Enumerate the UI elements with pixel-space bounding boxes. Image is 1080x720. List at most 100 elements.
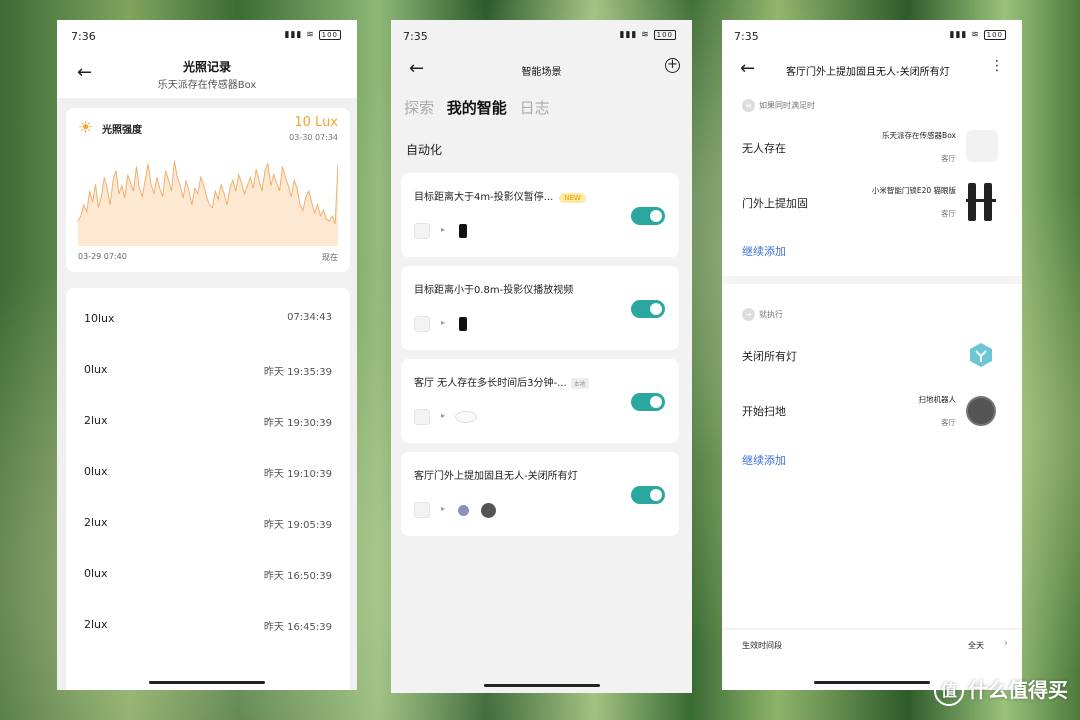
page-title: 智能场景 — [521, 67, 562, 78]
projector-icon — [459, 317, 467, 331]
projector-icon — [459, 224, 467, 238]
list-item: 10lux 07:34:43 — [84, 312, 332, 332]
condition-room: 客厅 — [941, 209, 956, 218]
condition-icon: ≡ — [742, 99, 755, 112]
page-title: 光照记录 — [182, 60, 231, 74]
watermark: 值什么值得买 — [934, 674, 1068, 706]
scene-card[interactable]: 目标距离大于4m-投影仪暂停... NEW ▸ — [401, 173, 679, 257]
if-header-text: 如果同时满足时 — [759, 101, 815, 110]
light-hub-icon — [970, 343, 992, 367]
effective-label: 生效时间段 — [742, 641, 782, 650]
then-header-text: 就执行 — [759, 310, 783, 319]
record-time: 昨天 19:30:39 — [263, 418, 332, 429]
light-record-screen: 7:36 ▮▮▮ ≋ 100 ← 光照记录 乐天派存在传感器Box ☀ 光照强度… — [57, 20, 357, 690]
robot-vacuum-icon — [481, 503, 496, 518]
light-intensity-card: ☀ 光照强度 10 Lux 03-30 07:34 03-29 07:40 现在 — [66, 108, 350, 272]
page-subtitle: 乐天派存在传感器Box — [157, 80, 257, 91]
battery-icon: 100 — [983, 30, 1006, 40]
effective-period-row[interactable]: 生效时间段 全天 › — [742, 638, 1008, 651]
back-arrow-icon[interactable]: ← — [740, 58, 755, 79]
record-time: 昨天 19:05:39 — [263, 520, 332, 531]
list-item: 0lux 昨天 16:50:39 — [84, 567, 332, 587]
scene-card[interactable]: 目标距离小于0.8m-投影仪播放视频 ▸ — [401, 266, 679, 350]
divider — [722, 276, 1022, 284]
card-label: 光照强度 — [102, 125, 142, 136]
home-indicator[interactable] — [483, 684, 600, 687]
record-value: 2lux — [84, 516, 108, 529]
scene-toggle[interactable] — [631, 207, 665, 225]
light-chart — [78, 160, 338, 246]
home-indicator[interactable] — [149, 681, 265, 684]
record-time: 昨天 19:10:39 — [263, 469, 332, 480]
current-lux-value: 10 Lux — [294, 115, 338, 130]
status-icons: ▮▮▮ ≋ 100 — [950, 30, 1006, 40]
scene-card[interactable]: 客厅门外上提加固且无人-关闭所有灯 ▸ — [401, 452, 679, 536]
list-item: 2lux 昨天 19:30:39 — [84, 414, 332, 434]
scene-card[interactable]: 客厅 无人存在多长时间后3分钟-... 本地 ▸ — [401, 359, 679, 443]
record-time: 昨天 19:35:39 — [263, 367, 332, 378]
sensor-icon — [966, 130, 998, 162]
ceiling-light-icon — [455, 411, 477, 423]
add-condition-link[interactable]: 继续添加 — [742, 243, 786, 259]
list-item: 2lux 昨天 19:05:39 — [84, 516, 332, 536]
record-value: 0lux — [84, 465, 108, 478]
watermark-logo-icon: 值 — [934, 676, 964, 706]
condition-label[interactable]: 无人存在 — [742, 140, 786, 156]
sensor-icon — [414, 409, 430, 425]
tab-log[interactable]: 日志 — [520, 99, 550, 117]
status-time: 7:35 — [403, 30, 428, 43]
add-icon[interactable]: + — [665, 58, 680, 73]
page-title: 客厅门外上提加固且无人-关闭所有灯 — [786, 67, 950, 78]
record-time: 昨天 16:45:39 — [263, 622, 332, 633]
action-room: 客厅 — [941, 418, 956, 427]
condition-label[interactable]: 门外上提加固 — [742, 195, 808, 211]
scene-name: 客厅 无人存在多长时间后3分钟-... — [414, 378, 567, 389]
action-device: 扫地机器人 — [918, 395, 957, 404]
tab-my-smart[interactable]: 我的智能 — [447, 99, 507, 117]
local-badge: 本地 — [570, 378, 589, 389]
lux-records-list: 10lux 07:34:43 0lux 昨天 19:35:39 2lux 昨天 19:… — [66, 288, 350, 690]
chevron-right-icon: › — [1004, 638, 1008, 649]
record-value: 2lux — [84, 618, 108, 631]
current-lux-time: 03-30 07:34 — [289, 133, 338, 142]
arrow-right-icon: ▸ — [441, 225, 446, 234]
chart-x-end: 现在 — [322, 253, 338, 262]
list-item: 0lux 昨天 19:35:39 — [84, 363, 332, 383]
scene-toggle[interactable] — [631, 393, 665, 411]
tab-explore[interactable]: 探索 — [404, 99, 434, 117]
battery-icon: 100 — [318, 30, 341, 40]
scene-name: 目标距离大于4m-投影仪暂停... — [414, 192, 554, 203]
add-action-link[interactable]: 继续添加 — [742, 452, 786, 468]
scene-name: 客厅门外上提加固且无人-关闭所有灯 — [414, 471, 578, 482]
status-time: 7:36 — [71, 30, 96, 43]
status-icons: ▮▮▮ ≋ 100 — [285, 30, 341, 40]
sensor-icon — [414, 223, 430, 239]
status-icons: ▮▮▮ ≋ 100 — [620, 30, 676, 40]
watermark-text: 什么值得买 — [968, 677, 1068, 702]
record-time: 07:34:43 — [287, 312, 332, 323]
scene-toggle[interactable] — [631, 486, 665, 504]
status-time: 7:35 — [734, 30, 759, 43]
door-lock-icon — [966, 183, 996, 221]
smart-scenes-screen: 7:35 ▮▮▮ ≋ 100 ← 智能场景 + 探索 我的智能 日志 自动化 目… — [391, 20, 692, 693]
record-value: 10lux — [84, 312, 115, 325]
home-indicator[interactable] — [814, 681, 930, 684]
condition-device: 乐天派存在传感器Box — [882, 131, 956, 140]
more-options-icon[interactable]: ⋮ — [990, 58, 1004, 74]
section-title: 自动化 — [406, 143, 443, 157]
scene-toggle[interactable] — [631, 300, 665, 318]
arrow-right-icon: ▸ — [441, 318, 446, 327]
tab-bar: 探索 我的智能 日志 — [404, 97, 558, 118]
battery-icon: 100 — [653, 30, 676, 40]
then-header: → 就执行 — [742, 308, 783, 321]
action-label[interactable]: 关闭所有灯 — [742, 348, 797, 364]
arrow-right-icon: ▸ — [441, 411, 446, 420]
action-label[interactable]: 开始扫地 — [742, 403, 786, 419]
scene-name: 目标距离小于0.8m-投影仪播放视频 — [414, 285, 574, 296]
new-badge: NEW — [559, 193, 586, 203]
if-header: ≡ 如果同时满足时 — [742, 99, 815, 112]
record-value: 2lux — [84, 414, 108, 427]
record-time: 昨天 16:50:39 — [263, 571, 332, 582]
sensor-icon — [414, 316, 430, 332]
sun-icon: ☀ — [78, 118, 94, 138]
